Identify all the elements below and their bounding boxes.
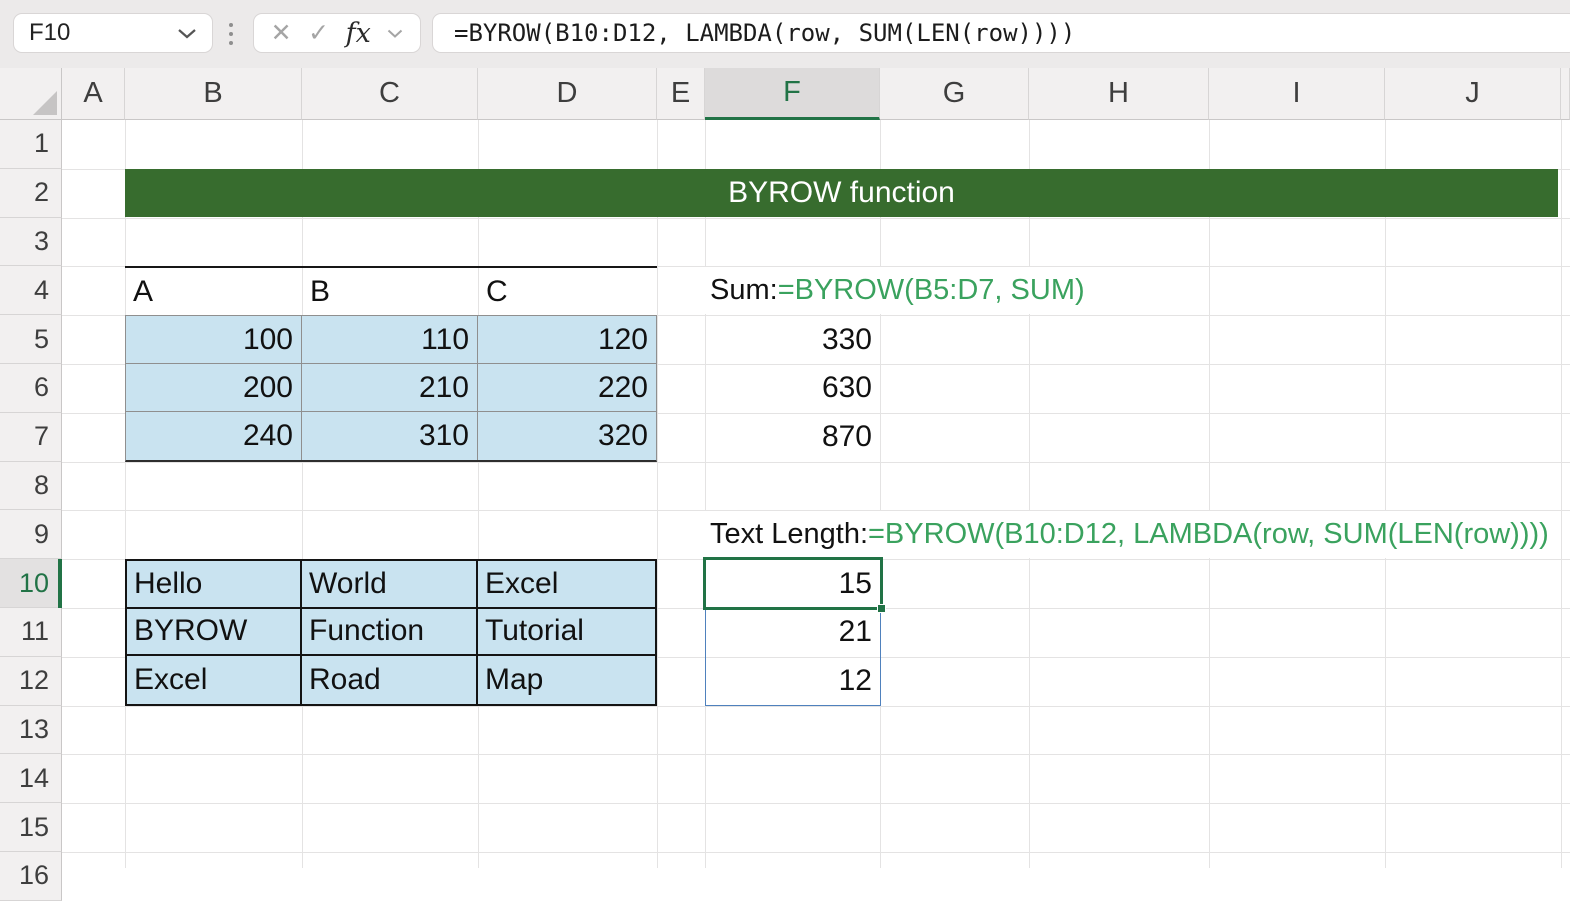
column-header-B[interactable]: B	[125, 68, 302, 120]
confirm-icon[interactable]: ✓	[308, 20, 329, 46]
excel-window: F10 ✕ ✓ fx =BYROW(B10:D12, LAMBDA(row, S…	[0, 0, 1570, 901]
sum-table-header-row: ABC	[125, 266, 657, 315]
table-cell[interactable]: BYROW	[127, 608, 302, 657]
column-header-G[interactable]: G	[880, 68, 1029, 120]
gridline	[1209, 120, 1210, 868]
gridline	[1385, 120, 1386, 868]
text-length-formula: =BYROW(B10:D12, LAMBDA(row, SUM(LEN(row)…	[868, 518, 1549, 550]
toolbar-separator-dots	[229, 23, 233, 45]
formula-bar[interactable]: =BYROW(B10:D12, LAMBDA(row, SUM(LEN(row)…	[432, 13, 1570, 53]
result-cell[interactable]: 630	[705, 364, 880, 413]
text-length-label: Text Length:	[710, 518, 868, 550]
text-table: Hello World Excel BYROW Function Tutorial Exce…	[125, 559, 657, 706]
select-all-triangle-icon	[33, 91, 57, 115]
sum-label-cell[interactable]: Sum: =BYROW(B5:D7, SUM)	[705, 267, 1095, 314]
gridline	[62, 754, 1570, 756]
row-header-5[interactable]: 5	[0, 315, 62, 364]
cancel-icon[interactable]: ✕	[271, 20, 292, 46]
table-cell[interactable]: Function	[302, 608, 478, 657]
table-cell[interactable]: Map	[478, 656, 655, 704]
result-cell[interactable]: 330	[705, 315, 880, 364]
column-header-partial	[1561, 68, 1570, 120]
column-header-F[interactable]: F	[705, 68, 880, 120]
name-box[interactable]: F10	[13, 13, 213, 53]
row-header-1[interactable]: 1	[0, 120, 62, 169]
table-cell[interactable]: 220	[478, 364, 656, 412]
table-cell[interactable]: Excel	[127, 656, 302, 704]
gridline	[705, 120, 706, 868]
result-cell[interactable]: 21	[705, 608, 880, 657]
column-header-D[interactable]: D	[478, 68, 657, 120]
insert-function-icon[interactable]: fx	[346, 20, 371, 47]
table-cell[interactable]: 310	[302, 412, 478, 460]
table-cell[interactable]: 240	[126, 412, 302, 460]
column-header-C[interactable]: C	[302, 68, 478, 120]
sum-table-header-cell[interactable]: B	[302, 268, 478, 315]
title-banner-text: BYROW function	[728, 176, 955, 209]
table-cell[interactable]: 320	[478, 412, 656, 460]
name-box-value: F10	[29, 19, 71, 46]
gridline	[880, 120, 881, 868]
selected-row-accent-bar	[58, 559, 62, 608]
gridline	[1029, 120, 1030, 868]
row-header-11[interactable]: 11	[0, 608, 62, 657]
column-header-H[interactable]: H	[1029, 68, 1209, 120]
row-header-2[interactable]: 2	[0, 168, 62, 218]
column-header-A[interactable]: A	[62, 68, 125, 120]
table-cell[interactable]: 200	[126, 364, 302, 412]
row-header-9[interactable]: 9	[0, 510, 62, 560]
gridline	[125, 120, 126, 868]
sum-table-header-cell[interactable]: C	[478, 268, 657, 315]
column-header-E[interactable]: E	[657, 68, 705, 120]
table-cell[interactable]: 120	[478, 316, 656, 364]
row-header-15[interactable]: 15	[0, 803, 62, 852]
column-header-I[interactable]: I	[1209, 68, 1385, 120]
table-cell[interactable]: 110	[302, 316, 478, 364]
table-cell[interactable]: Road	[302, 656, 478, 704]
gridline	[478, 120, 479, 868]
gridline	[62, 852, 1570, 853]
row-header-12[interactable]: 12	[0, 656, 62, 706]
formula-text: =BYROW(B10:D12, LAMBDA(row, SUM(LEN(row)…	[454, 19, 1076, 47]
table-cell[interactable]: Excel	[478, 561, 655, 609]
sum-formula: =BYROW(B5:D7, SUM)	[777, 274, 1085, 306]
row-header-7[interactable]: 7	[0, 412, 62, 462]
formula-toolbar: F10 ✕ ✓ fx =BYROW(B10:D12, LAMBDA(row, S…	[0, 0, 1570, 68]
row-header-3[interactable]: 3	[0, 217, 62, 267]
title-banner: BYROW function	[125, 169, 1558, 217]
gridline	[302, 120, 303, 868]
row-header-16[interactable]: 16	[0, 852, 62, 901]
row-header-6[interactable]: 6	[0, 364, 62, 413]
column-header-J[interactable]: J	[1385, 68, 1561, 120]
table-cell[interactable]: World	[302, 561, 478, 609]
table-cell[interactable]: Hello	[127, 561, 302, 609]
sum-label: Sum:	[710, 274, 778, 306]
sum-table-header-cell[interactable]: A	[125, 268, 302, 315]
gridline	[657, 120, 658, 868]
row-header-10[interactable]: 10	[0, 559, 62, 608]
gridline	[1561, 120, 1562, 868]
text-length-label-cell[interactable]: Text Length: =BYROW(B10:D12, LAMBDA(row,…	[705, 511, 1559, 558]
row-header-8[interactable]: 8	[0, 461, 62, 511]
chevron-down-icon[interactable]	[177, 28, 197, 39]
active-cell-border[interactable]	[703, 557, 883, 610]
gridline	[62, 803, 1570, 805]
formula-buttons-group: ✕ ✓ fx	[253, 13, 421, 53]
result-cell[interactable]: 12	[705, 657, 880, 706]
row-header-14[interactable]: 14	[0, 754, 62, 804]
result-cell[interactable]: 870	[705, 413, 880, 462]
table-cell[interactable]: 210	[302, 364, 478, 412]
row-header-4[interactable]: 4	[0, 266, 62, 316]
gridline	[62, 217, 1570, 219]
row-header-13[interactable]: 13	[0, 705, 62, 755]
fill-handle[interactable]	[877, 604, 886, 613]
select-all-corner[interactable]	[0, 68, 62, 120]
table-cell[interactable]: 100	[126, 316, 302, 364]
table-cell[interactable]: Tutorial	[478, 609, 655, 657]
sum-table: 100 110 120 200 210 220 240 310 320	[125, 315, 657, 462]
chevron-down-icon[interactable]	[387, 29, 403, 38]
